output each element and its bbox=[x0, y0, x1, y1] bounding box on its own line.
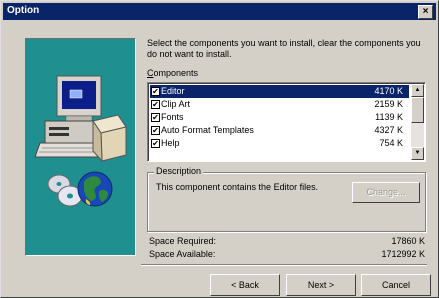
component-size: 2159 K bbox=[374, 99, 403, 109]
component-name: Clip Art bbox=[161, 99, 191, 109]
component-item-auto-format-templates[interactable]: ✔ Auto Format Templates 4327 K bbox=[150, 124, 409, 137]
space-required-label: Space Required: bbox=[149, 236, 217, 246]
component-size: 1139 K bbox=[375, 112, 403, 122]
component-size: 4327 K bbox=[374, 125, 403, 135]
list-scrollbar[interactable]: ▲ ▼ bbox=[411, 84, 424, 160]
component-name: Auto Format Templates bbox=[161, 125, 254, 135]
component-size: 754 K bbox=[379, 138, 403, 148]
instructions-text: Select the components you want to instal… bbox=[147, 38, 421, 59]
setup-illustration bbox=[25, 38, 136, 256]
description-legend: Description bbox=[154, 166, 204, 176]
component-item-clip-art[interactable]: ✔ Clip Art 2159 K bbox=[150, 98, 409, 111]
component-item-help[interactable]: ✔ Help 754 K bbox=[150, 137, 409, 150]
scroll-thumb[interactable] bbox=[411, 97, 424, 123]
computer-cd-globe-illustration bbox=[34, 75, 127, 207]
scroll-down-button[interactable]: ▼ bbox=[411, 147, 424, 160]
title-bar[interactable]: Option × bbox=[3, 3, 436, 20]
component-item-fonts[interactable]: ✔ Fonts 1139 K bbox=[150, 111, 409, 124]
scroll-up-button[interactable]: ▲ bbox=[411, 84, 424, 97]
close-button[interactable]: × bbox=[418, 5, 433, 19]
back-button[interactable]: < Back bbox=[210, 274, 280, 296]
next-button[interactable]: Next > bbox=[286, 274, 356, 296]
space-available-value: 1712992 K bbox=[381, 249, 425, 259]
change-button[interactable]: Change... bbox=[352, 182, 420, 203]
space-required-value: 17860 K bbox=[391, 236, 425, 246]
space-available-label: Space Available: bbox=[149, 249, 216, 259]
arrow-up-icon: ▲ bbox=[414, 87, 421, 93]
component-item-editor[interactable]: ✔ Editor 4170 K bbox=[150, 85, 409, 98]
option-dialog: Option × Select the components you want … bbox=[0, 0, 439, 298]
description-group: Description This component contains the … bbox=[147, 166, 426, 232]
components-label: Components bbox=[147, 68, 199, 78]
window-title: Option bbox=[7, 5, 40, 16]
component-name: Fonts bbox=[161, 112, 184, 122]
components-label-rest: omponents bbox=[153, 68, 199, 78]
components-list[interactable]: ✔ Editor 4170 K ✔ Clip Art 2159 K ✔ Font… bbox=[147, 82, 426, 162]
component-size: 4170 K bbox=[374, 86, 403, 96]
button-divider bbox=[141, 264, 427, 266]
checkbox-icon[interactable]: ✔ bbox=[151, 100, 160, 109]
software-box bbox=[100, 126, 127, 162]
checkbox-icon[interactable]: ✔ bbox=[151, 113, 160, 122]
description-text: This component contains the Editor files… bbox=[156, 182, 319, 192]
checkbox-icon[interactable]: ✔ bbox=[151, 126, 160, 135]
component-name: Editor bbox=[161, 86, 185, 96]
space-required-row: Space Required: 17860 K bbox=[147, 236, 425, 248]
component-name: Help bbox=[161, 138, 180, 148]
close-icon: × bbox=[422, 6, 429, 17]
space-available-row: Space Available: 1712992 K bbox=[147, 249, 425, 261]
checkbox-icon[interactable]: ✔ bbox=[151, 139, 160, 148]
cancel-button[interactable]: Cancel bbox=[361, 274, 431, 296]
arrow-down-icon: ▼ bbox=[414, 150, 421, 156]
checkbox-icon[interactable]: ✔ bbox=[151, 87, 160, 96]
